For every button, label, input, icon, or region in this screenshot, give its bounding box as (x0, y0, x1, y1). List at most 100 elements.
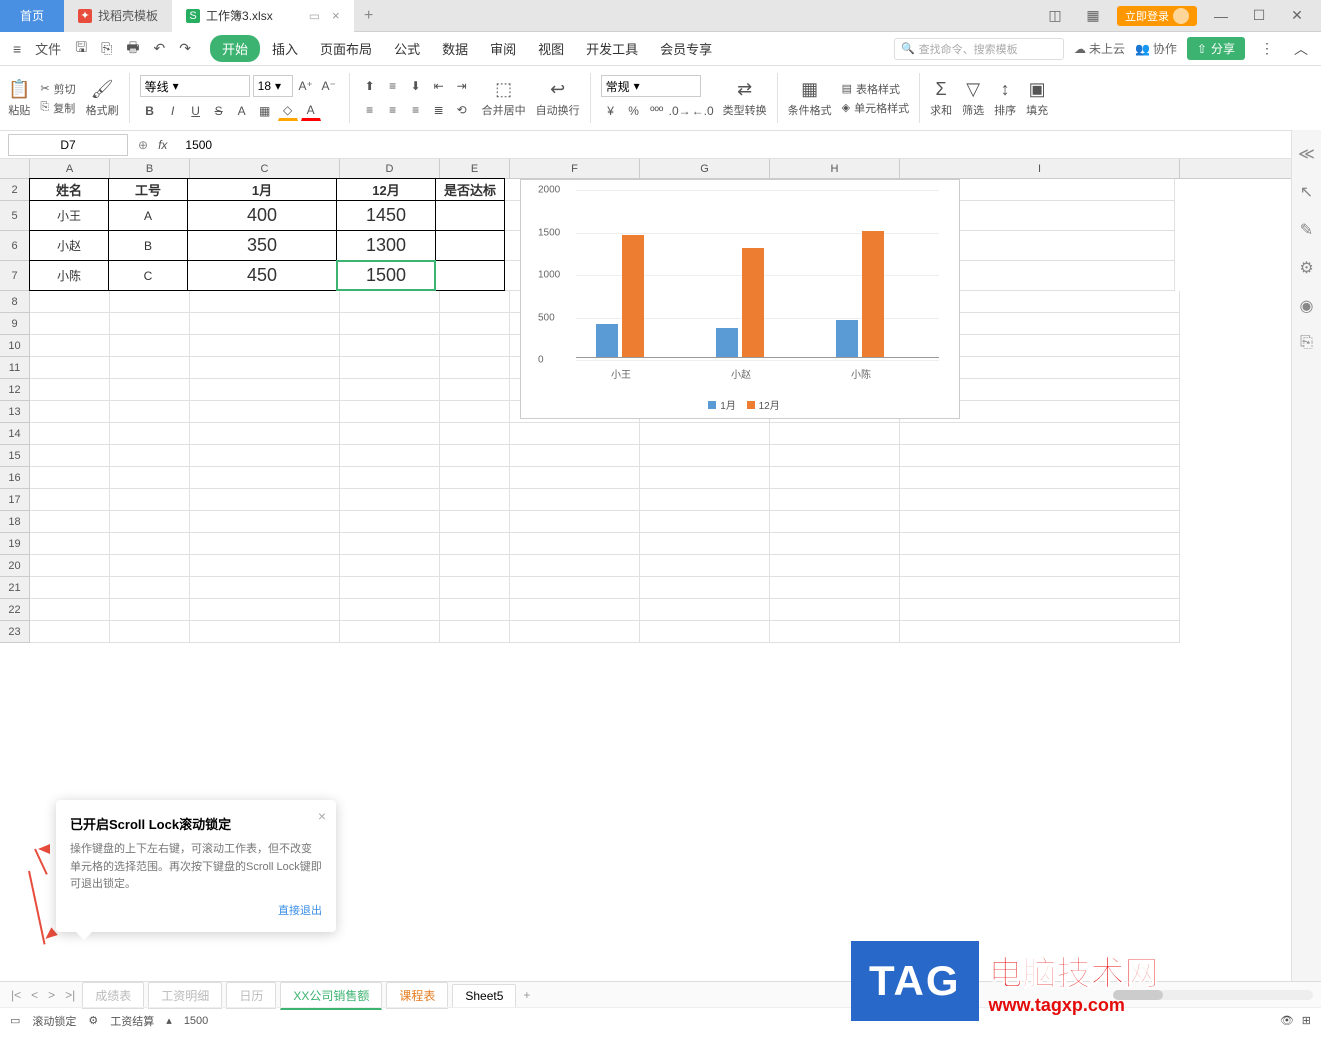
add-sheet-button[interactable]: + (520, 988, 533, 1002)
cell[interactable] (770, 467, 900, 489)
underline-button[interactable]: U (186, 101, 206, 121)
cell[interactable] (30, 445, 110, 467)
cell[interactable] (440, 423, 510, 445)
cell[interactable]: 450 (187, 260, 337, 291)
indent-increase-button[interactable]: ⇥ (452, 76, 472, 96)
cell[interactable] (190, 423, 340, 445)
cell[interactable] (900, 599, 1180, 621)
paste-group[interactable]: 📋粘贴 (8, 79, 30, 118)
cell[interactable] (190, 599, 340, 621)
sheet-tab-faded[interactable]: 日历 (226, 982, 276, 1009)
cell[interactable] (510, 533, 640, 555)
row-header[interactable]: 6 (0, 231, 29, 261)
cell[interactable] (640, 621, 770, 643)
cell[interactable] (440, 577, 510, 599)
fx-icon[interactable]: fx (158, 138, 167, 152)
cell[interactable]: B (108, 230, 188, 261)
align-middle-button[interactable]: ≡ (383, 76, 403, 96)
cell[interactable] (340, 511, 440, 533)
cell[interactable] (510, 489, 640, 511)
align-left-button[interactable]: ≡ (360, 100, 380, 120)
cell[interactable] (30, 577, 110, 599)
cell[interactable] (340, 621, 440, 643)
print-preview-icon[interactable]: ⎘ (96, 37, 117, 60)
cell[interactable] (340, 291, 440, 313)
ribbon-tab-insert[interactable]: 插入 (262, 35, 308, 62)
cell[interactable] (900, 577, 1180, 599)
cell[interactable] (30, 533, 110, 555)
cell[interactable]: 12月 (336, 178, 436, 201)
cell[interactable] (510, 423, 640, 445)
cell[interactable] (900, 621, 1180, 643)
decimal-dec-button[interactable]: ←.0 (693, 101, 713, 121)
row-header[interactable]: 17 (0, 489, 29, 511)
cell[interactable] (510, 555, 640, 577)
cell[interactable] (440, 489, 510, 511)
font-decrease-button[interactable]: A⁻ (319, 76, 339, 96)
cell[interactable] (110, 599, 190, 621)
sheet-next-button[interactable]: > (45, 988, 58, 1002)
row-header[interactable]: 23 (0, 621, 29, 643)
cell[interactable] (110, 379, 190, 401)
cell[interactable]: 小王 (29, 200, 109, 231)
cell[interactable] (30, 401, 110, 423)
strikethrough-button[interactable]: S (209, 101, 229, 121)
cell[interactable] (340, 423, 440, 445)
search-input[interactable]: 🔍查找命令、搜索模板 (894, 38, 1064, 60)
cell[interactable] (190, 379, 340, 401)
status-calc-icon[interactable]: ⚙ (88, 1014, 98, 1027)
cell[interactable] (770, 555, 900, 577)
cell[interactable]: 1月 (187, 178, 337, 201)
bold-button[interactable]: B (140, 101, 160, 121)
popup-close-button[interactable]: × (318, 808, 326, 824)
cell[interactable] (110, 533, 190, 555)
cell[interactable] (900, 533, 1180, 555)
cell[interactable] (190, 533, 340, 555)
cells-area[interactable]: 姓名工号1月12月是否达标小王A4001450小赵B3501300小陈C4501… (30, 179, 1321, 899)
cell[interactable] (110, 401, 190, 423)
cell[interactable]: 小陈 (29, 260, 109, 291)
cell[interactable] (110, 511, 190, 533)
share-button[interactable]: ⇧分享 (1187, 37, 1245, 60)
cell[interactable] (190, 555, 340, 577)
justify-button[interactable]: ≣ (429, 100, 449, 120)
cell[interactable] (340, 577, 440, 599)
row-header[interactable]: 16 (0, 467, 29, 489)
align-bottom-button[interactable]: ⬇ (406, 76, 426, 96)
sort-button[interactable]: ↕排序 (994, 79, 1016, 118)
cell[interactable] (440, 335, 510, 357)
sidebar-shrink-icon[interactable]: ≪ (1298, 144, 1315, 164)
cell[interactable] (435, 230, 505, 261)
cell[interactable] (440, 533, 510, 555)
cell[interactable] (640, 577, 770, 599)
cell[interactable] (110, 423, 190, 445)
wrap-button[interactable]: ↩自动换行 (536, 79, 580, 118)
column-header[interactable]: H (770, 159, 900, 178)
cell[interactable]: 1450 (336, 200, 436, 231)
select-all-corner[interactable] (0, 159, 30, 179)
cell[interactable] (340, 555, 440, 577)
tab-workbook[interactable]: S 工作簿3.xlsx ▭ × (172, 0, 354, 32)
decimal-inc-button[interactable]: .0→ (670, 101, 690, 121)
cell[interactable] (640, 511, 770, 533)
font-color2-button[interactable]: A (301, 101, 321, 121)
column-header[interactable]: B (110, 159, 190, 178)
tab-templates[interactable]: ✦ 找稻壳模板 (64, 0, 172, 32)
sheet-tab-faded[interactable]: 成绩表 (82, 982, 144, 1009)
sheet-last-button[interactable]: >| (62, 988, 78, 1002)
row-header[interactable]: 2 (0, 179, 29, 201)
cell[interactable] (640, 489, 770, 511)
cell[interactable] (440, 445, 510, 467)
cell[interactable] (30, 555, 110, 577)
filter-button[interactable]: ▽筛选 (962, 79, 984, 118)
sheet-tab-active[interactable]: XX公司销售额 (280, 982, 382, 1010)
border-button[interactable]: ▦ (255, 101, 275, 121)
cell[interactable] (440, 379, 510, 401)
cell[interactable] (770, 577, 900, 599)
row-header[interactable]: 9 (0, 313, 29, 335)
cell[interactable] (770, 445, 900, 467)
sidebar-select-icon[interactable]: ↖ (1300, 182, 1313, 202)
cell[interactable] (190, 511, 340, 533)
sum-button[interactable]: Σ求和 (930, 79, 952, 118)
cell[interactable] (340, 533, 440, 555)
